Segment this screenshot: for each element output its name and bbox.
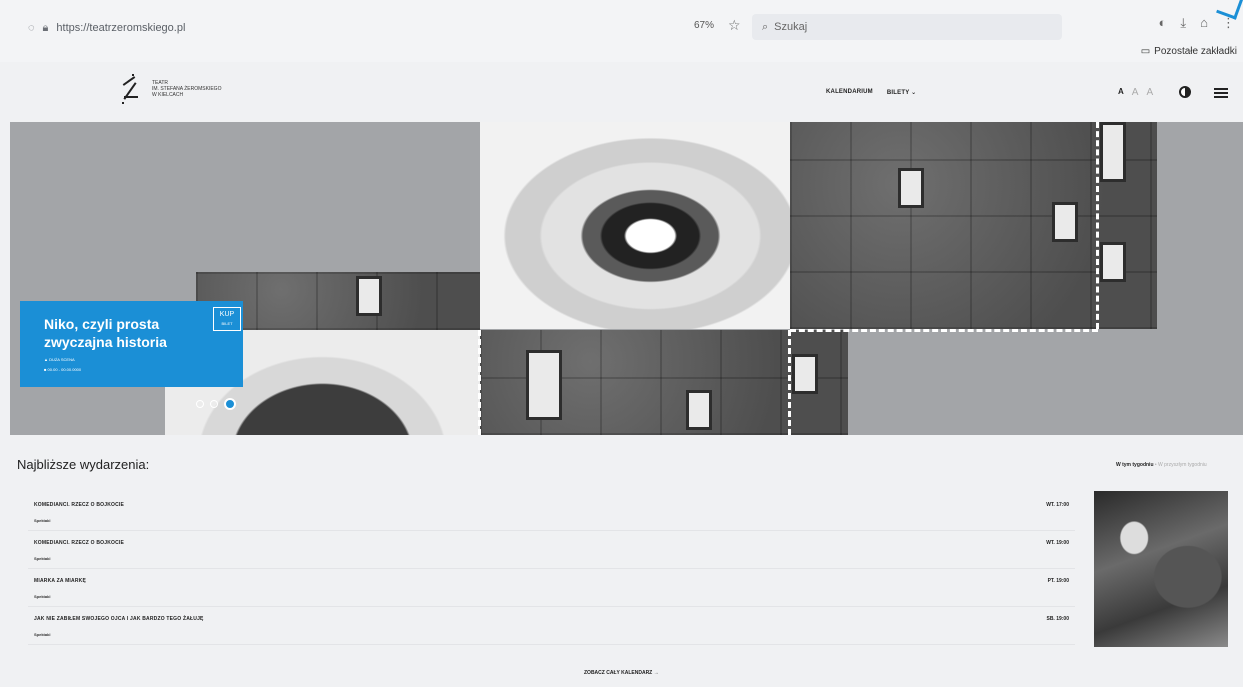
- window-decor: [356, 276, 382, 316]
- font-size-switcher: A A A: [1118, 87, 1153, 98]
- event-row-title[interactable]: MIARKA ZA MIARKĘ: [34, 578, 86, 584]
- browser-toolbar: ◌ 🔒︎ https://teatrzeromskiego.pl 67% ☆ ⌕…: [0, 0, 1243, 63]
- slider-dot-1[interactable]: [196, 400, 204, 408]
- event-dates-text: 00.00 - 00.00.0000: [47, 367, 82, 372]
- event-row-sub: Spektakl: [34, 594, 51, 599]
- event-row-time: WT. 19:00: [1046, 540, 1069, 546]
- extensions-icon[interactable]: ⌂: [1200, 15, 1208, 31]
- event-row[interactable]: MIARKA ZA MIARKĘ Spektakl PT. 19:00: [28, 570, 1075, 607]
- bookmarks-label: Pozostałe zakładki: [1154, 46, 1237, 57]
- search-placeholder: Szukaj: [774, 21, 808, 33]
- hero-slider[interactable]: Niko, czyli prosta zwyczajna historia ▲ …: [10, 122, 1243, 435]
- event-row-sub: Spektakl: [34, 556, 51, 561]
- hamburger-menu-icon[interactable]: [1214, 88, 1228, 100]
- zoom-level[interactable]: 67%: [694, 20, 714, 31]
- dashed-divider: [790, 329, 1098, 332]
- browser-tool-icons: ◐ ⤓ ⌂ ⋮: [1159, 15, 1235, 31]
- window-decor: [1100, 122, 1126, 182]
- address-bar[interactable]: ◌ 🔒︎ https://teatrzeromskiego.pl: [28, 16, 668, 40]
- event-row[interactable]: KOMEDIANCI. RZECZ O BOJKOCIE Spektakl WT…: [28, 532, 1075, 569]
- event-photo[interactable]: [1094, 491, 1228, 647]
- filter-next-week[interactable]: W przyszłym tygodniu: [1158, 462, 1207, 468]
- font-size-small[interactable]: A: [1118, 87, 1124, 98]
- event-venue: ▲ DUŻA SCENA: [44, 357, 75, 362]
- event-row[interactable]: KOMEDIANCI. RZECZ O BOJKOCIE Spektakl WT…: [28, 494, 1075, 531]
- filter-this-week[interactable]: W tym tygodniu: [1116, 462, 1154, 468]
- window-decor: [792, 354, 818, 394]
- window-decor: [1100, 242, 1126, 282]
- lock-icon: 🔒︎: [42, 21, 49, 34]
- contrast-icon[interactable]: [1179, 86, 1191, 98]
- buy-sub-label: BILET: [221, 321, 233, 326]
- logo-line: w Kielcach: [152, 92, 184, 98]
- nav-item-calendar[interactable]: KALENDARIUM: [826, 89, 873, 96]
- main-nav: KALENDARIUM BILETY ⌄: [826, 89, 916, 96]
- slider-dot-2[interactable]: [210, 400, 218, 408]
- hero-building-image: [790, 122, 1157, 329]
- event-row-sub: Spektakl: [34, 632, 51, 637]
- event-dates: ■ 00.00 - 00.00.0000: [44, 367, 82, 372]
- folder-icon: ▭: [1140, 46, 1151, 57]
- window-decor: [1052, 202, 1078, 242]
- featured-event-meta: ▲ DUŻA SCENA ■ 00.00 - 00.00.0000: [44, 355, 81, 375]
- font-size-large[interactable]: A: [1146, 87, 1153, 98]
- window-decor: [898, 168, 924, 208]
- logo-text: Teatr im. Stefana Żeromskiego w Kielcach: [152, 80, 221, 98]
- window-decor: [526, 350, 562, 420]
- event-row-title[interactable]: JAK NIE ZABIŁEM SWOJEGO OJCA I JAK BARDZ…: [34, 616, 204, 622]
- pocket-icon[interactable]: ◐: [1159, 15, 1167, 31]
- url-text[interactable]: https://teatrzeromskiego.pl: [56, 22, 185, 34]
- hero-eye-image: [480, 122, 790, 329]
- hero-building-image-lower: [480, 330, 848, 435]
- event-row-title[interactable]: KOMEDIANCI. RZECZ O BOJKOCIE: [34, 502, 124, 508]
- slider-dots: [196, 398, 236, 410]
- slider-dot-3-active[interactable]: [224, 398, 236, 410]
- download-icon[interactable]: ⤓: [1180, 15, 1186, 31]
- see-full-calendar-link[interactable]: ZOBACZ CAŁY KALENDARZ →: [584, 670, 659, 676]
- events-heading: Najbliższe wydarzenia:: [17, 457, 150, 472]
- featured-event-card[interactable]: Niko, czyli prosta zwyczajna historia ▲ …: [20, 301, 243, 387]
- featured-event-title[interactable]: Niko, czyli prosta zwyczajna historia: [44, 315, 214, 351]
- event-row-time: PT. 19:00: [1047, 578, 1069, 584]
- site-header: Teatr im. Stefana Żeromskiego w Kielcach…: [0, 62, 1243, 122]
- logo-mark-icon: [118, 74, 144, 104]
- dashed-divider: [788, 330, 791, 435]
- other-bookmarks[interactable]: ▭ Pozostałe zakładki: [1141, 46, 1237, 57]
- site-logo[interactable]: Teatr im. Stefana Żeromskiego w Kielcach: [118, 74, 221, 104]
- event-row-title[interactable]: KOMEDIANCI. RZECZ O BOJKOCIE: [34, 540, 124, 546]
- browser-search-input[interactable]: ⌕ Szukaj: [752, 14, 1062, 40]
- event-row-sub: Spektakl: [34, 518, 51, 523]
- event-venue-text: DUŻA SCENA: [49, 357, 75, 362]
- event-row-time: SB. 19:00: [1046, 616, 1069, 622]
- buy-label: KUP: [219, 311, 235, 318]
- event-row-time: WT. 17:00: [1046, 502, 1069, 508]
- shield-icon: ◌: [28, 22, 35, 34]
- font-size-medium[interactable]: A: [1132, 87, 1139, 98]
- dashed-divider: [478, 330, 481, 435]
- dashed-divider: [1096, 122, 1099, 329]
- event-row[interactable]: JAK NIE ZABIŁEM SWOJEGO OJCA I JAK BARDZ…: [28, 608, 1075, 645]
- bookmark-star-icon[interactable]: ☆: [728, 17, 741, 34]
- nav-item-tickets[interactable]: BILETY ⌄: [887, 89, 917, 96]
- buy-ticket-button[interactable]: KUP BILET: [213, 307, 241, 331]
- search-icon: ⌕: [762, 20, 769, 33]
- week-filter: W tym tygodniu • W przyszłym tygodniu: [1116, 462, 1207, 468]
- window-decor: [686, 390, 712, 430]
